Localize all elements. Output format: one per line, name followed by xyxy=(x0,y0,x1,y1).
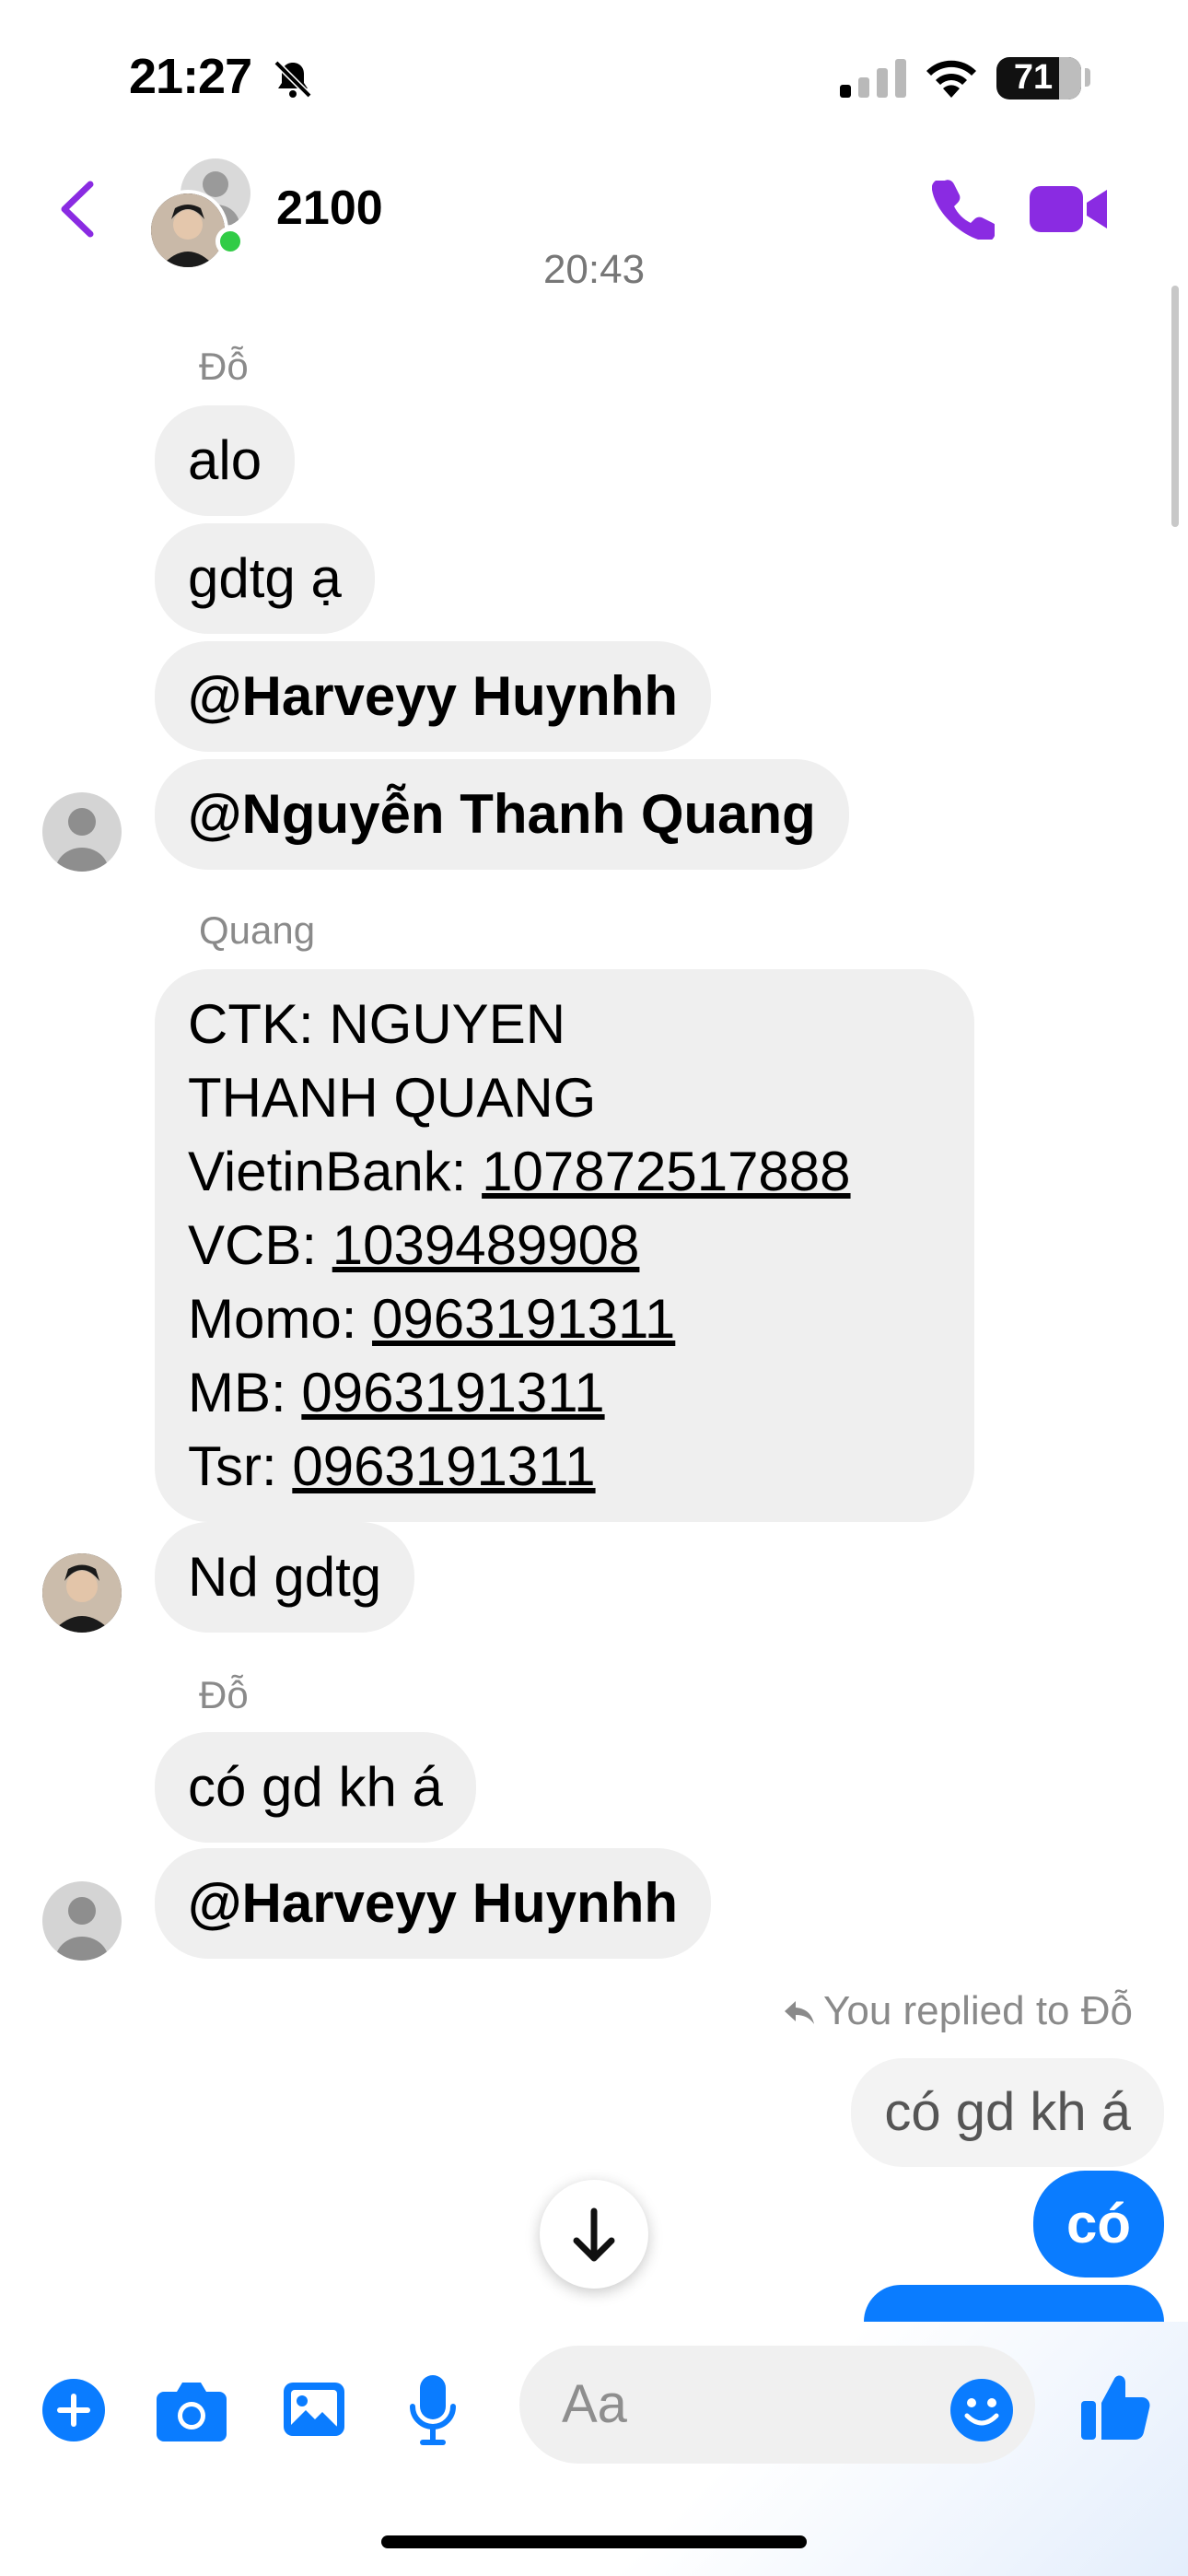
bank-line: Tsr: 0963191311 xyxy=(188,1435,596,1497)
emoji-icon[interactable] xyxy=(949,2377,1015,2443)
bank-line: VCB: 1039489908 xyxy=(188,1214,640,1276)
battery-indicator: 71 xyxy=(996,57,1081,100)
bank-line: CTK: NGUYEN xyxy=(188,993,566,1055)
home-indicator[interactable] xyxy=(381,2535,807,2548)
timestamp: 20:43 xyxy=(542,247,646,291)
bank-info-message-bubble[interactable]: CTK: NGUYEN THANH QUANG VietinBank: 1078… xyxy=(155,969,974,1522)
outgoing-message-bubble-partial[interactable] xyxy=(864,2285,1164,2322)
scrollbar[interactable] xyxy=(1171,286,1179,527)
reply-note: You replied to Đỗ xyxy=(783,1988,1133,2034)
wifi-icon xyxy=(926,60,976,98)
account-number-link[interactable]: 107872517888 xyxy=(482,1141,850,1202)
bank-line: Momo: 0963191311 xyxy=(188,1288,676,1350)
muted-bell-icon xyxy=(274,60,312,99)
phone-number-link[interactable]: 0963191311 xyxy=(372,1288,675,1350)
message-bubble[interactable]: Nd gdtg xyxy=(155,1522,415,1633)
back-chevron-icon[interactable] xyxy=(55,179,101,240)
message-bubble[interactable]: alo xyxy=(155,405,296,516)
status-time: 21:27 xyxy=(129,49,252,104)
bank-line: THANH QUANG xyxy=(188,1067,597,1129)
phone-number-link[interactable]: 0963191311 xyxy=(292,1435,595,1497)
scroll-to-bottom-button[interactable] xyxy=(540,2180,648,2289)
sender-avatar[interactable] xyxy=(42,1881,122,1961)
microphone-icon[interactable] xyxy=(409,2373,457,2447)
sender-name: Đỗ xyxy=(199,345,249,388)
cellular-signal-icon xyxy=(840,59,906,98)
mention-message-bubble[interactable]: @Harveyy Huynhh xyxy=(155,1848,712,1959)
reply-arrow-icon xyxy=(785,2001,815,2025)
plus-icon[interactable] xyxy=(41,2377,107,2443)
sender-name: Quang xyxy=(199,908,316,952)
bank-line: MB: 0963191311 xyxy=(188,1362,605,1423)
account-number-link[interactable]: 1039489908 xyxy=(332,1214,640,1276)
phone-number-link[interactable]: 0963191311 xyxy=(301,1362,604,1423)
video-call-icon[interactable] xyxy=(1030,182,1107,236)
quoted-reply-bubble[interactable]: có gd kh á xyxy=(851,2058,1164,2167)
mention-message-bubble[interactable]: @Harveyy Huynhh xyxy=(155,641,712,752)
chat-title[interactable]: 2100 xyxy=(276,181,383,236)
gallery-icon[interactable] xyxy=(282,2377,346,2441)
message-bubble[interactable]: gdtg ạ xyxy=(155,523,375,634)
outgoing-message-bubble[interactable]: có xyxy=(1032,2171,1164,2277)
mention-message-bubble[interactable]: @Nguyễn Thanh Quang xyxy=(155,759,849,870)
message-bubble[interactable]: có gd kh á xyxy=(155,1732,476,1843)
sender-avatar[interactable] xyxy=(42,792,122,872)
sender-name: Đỗ xyxy=(199,1673,249,1716)
camera-icon[interactable] xyxy=(157,2379,227,2441)
arrow-down-icon xyxy=(573,2207,615,2262)
bank-line: VietinBank: 107872517888 xyxy=(188,1141,851,1202)
phone-call-icon[interactable] xyxy=(932,177,995,240)
battery-cap xyxy=(1085,68,1090,87)
thumbs-up-icon[interactable] xyxy=(1079,2370,1153,2443)
sender-avatar[interactable] xyxy=(42,1553,122,1633)
